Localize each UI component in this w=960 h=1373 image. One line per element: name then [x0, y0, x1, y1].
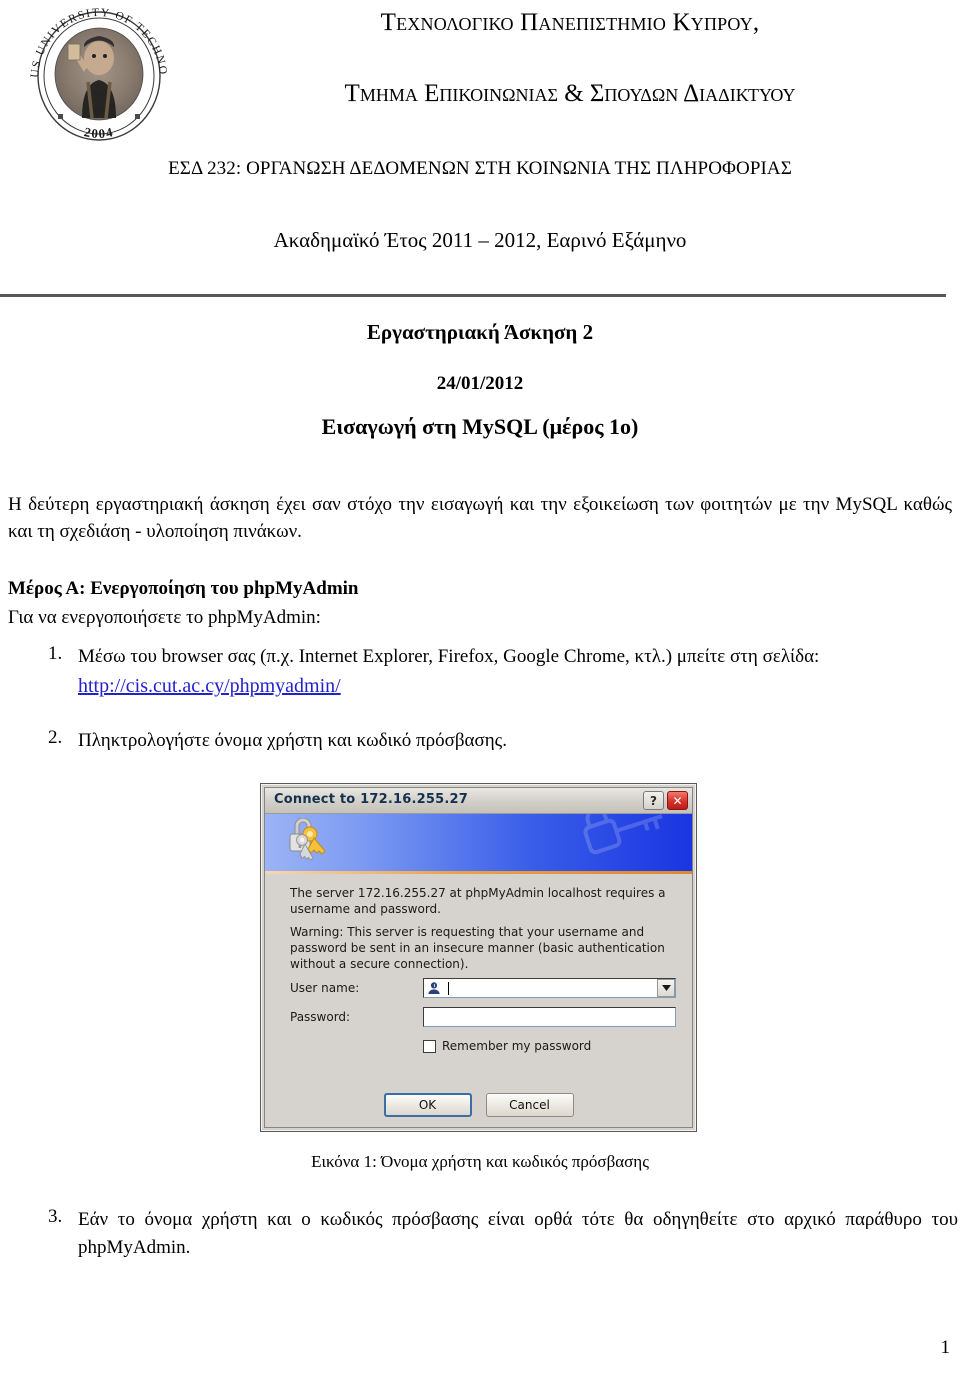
intro-paragraph: Η δεύτερη εργαστηριακή άσκηση έχει σαν σ… [8, 494, 952, 542]
chevron-down-icon[interactable] [657, 979, 675, 997]
academic-year: Ακαδημαϊκό Έτος 2011 – 2012, Εαρινό Εξάμ… [273, 228, 687, 252]
step-2-text: Πληκτρολογήστε όνομα χρήστη και κωδικό π… [78, 730, 507, 751]
seal-icon: CYPRUS UNIVERSITY OF TECHNOLOGY 2004 [18, 6, 167, 141]
server-message: The server 172.16.255.27 at phpMyAdmin l… [290, 886, 666, 916]
user-account-icon [428, 982, 440, 994]
warning-message: Warning: This server is requesting that … [290, 925, 665, 971]
university-name: Τεχνολογικο Πανεπιστημιο Κυπρου, [380, 9, 760, 36]
password-input[interactable] [423, 1007, 676, 1027]
lab-date: 24/01/2012 [436, 373, 524, 394]
username-input[interactable] [423, 978, 676, 998]
close-icon[interactable]: ✕ [667, 791, 688, 810]
dialog-window-buttons: ? ✕ [643, 791, 688, 810]
dialog-button-row: OK Cancel [265, 1093, 692, 1117]
step-3-text: Εάν το όνομα χρήστη και ο κωδικός πρόσβα… [78, 1209, 958, 1258]
cancel-button[interactable]: Cancel [485, 1093, 574, 1117]
part-a-heading: Μέρος Α: Ενεργοποίηση του phpMyAdmin [8, 578, 359, 599]
remember-password-checkbox[interactable] [423, 1039, 436, 1053]
lab-title: Εργαστηριακή Άσκηση 2 [366, 320, 594, 344]
phpmyadmin-link[interactable]: http://cis.cut.ac.cy/phpmyadmin/ [78, 675, 341, 698]
svg-text:2004: 2004 [83, 124, 116, 141]
username-row: User name: [290, 978, 680, 999]
dialog-banner [265, 814, 692, 871]
header-divider [0, 294, 946, 297]
course-title: ΕΣΔ 232: ΟΡΓΑΝΩΣΗ ΔΕΔΟΜΕΝΩΝ ΣΤΗ ΚΟΙΝΩΝΙΑ… [168, 158, 792, 179]
part-a-subtitle: Για να ενεργοποιήσετε το phpMyAdmin: [8, 607, 321, 628]
page-number: 1 [940, 1337, 951, 1358]
connect-dialog: Connect to 172.16.255.27 ? ✕ The server … [260, 783, 697, 1132]
figure-caption: Εικόνα 1: Όνομα χρήστη και κωδικός πρόσβ… [311, 1152, 649, 1171]
password-label: Password: [290, 1010, 351, 1024]
help-button[interactable]: ? [643, 791, 664, 810]
university-seal-logo: CYPRUS UNIVERSITY OF TECHNOLOGY 2004 [18, 6, 180, 142]
dialog-inner-frame: Connect to 172.16.255.27 ? ✕ The server … [264, 787, 693, 1128]
remember-password-label: Remember my password [442, 1039, 592, 1053]
lock-and-keys-watermark-icon [583, 814, 663, 855]
username-label: User name: [290, 981, 360, 995]
text-caret [448, 982, 449, 995]
step-2-number: 2. [48, 727, 63, 748]
ok-button[interactable]: OK [383, 1093, 472, 1117]
lock-and-keys-icon [289, 818, 326, 861]
dialog-title: Connect to 172.16.255.27 [274, 792, 468, 807]
remember-password-row[interactable]: Remember my password [423, 1039, 591, 1053]
department-name: Τμημα Επικοινωνιας & Σπουδων Διαδικτυου [344, 79, 796, 107]
dialog-titlebar: Connect to 172.16.255.27 ? ✕ [265, 788, 692, 814]
step-3-number: 3. [48, 1206, 63, 1227]
step-1-number: 1. [48, 643, 63, 664]
password-row: Password: [290, 1007, 680, 1028]
dialog-body: The server 172.16.255.27 at phpMyAdmin l… [265, 874, 692, 1127]
document-page: CYPRUS UNIVERSITY OF TECHNOLOGY 2004 Τεχ… [0, 0, 960, 1373]
step-1-text: Μέσω του browser σας (π.χ. Internet Expl… [78, 646, 820, 667]
header-titles: Τεχνολογικο Πανεπιστημιο Κυπρου, Τμημα Ε… [190, 8, 950, 108]
lab-subject: Εισαγωγή στη MySQL (μέρος 1ο) [321, 414, 639, 439]
